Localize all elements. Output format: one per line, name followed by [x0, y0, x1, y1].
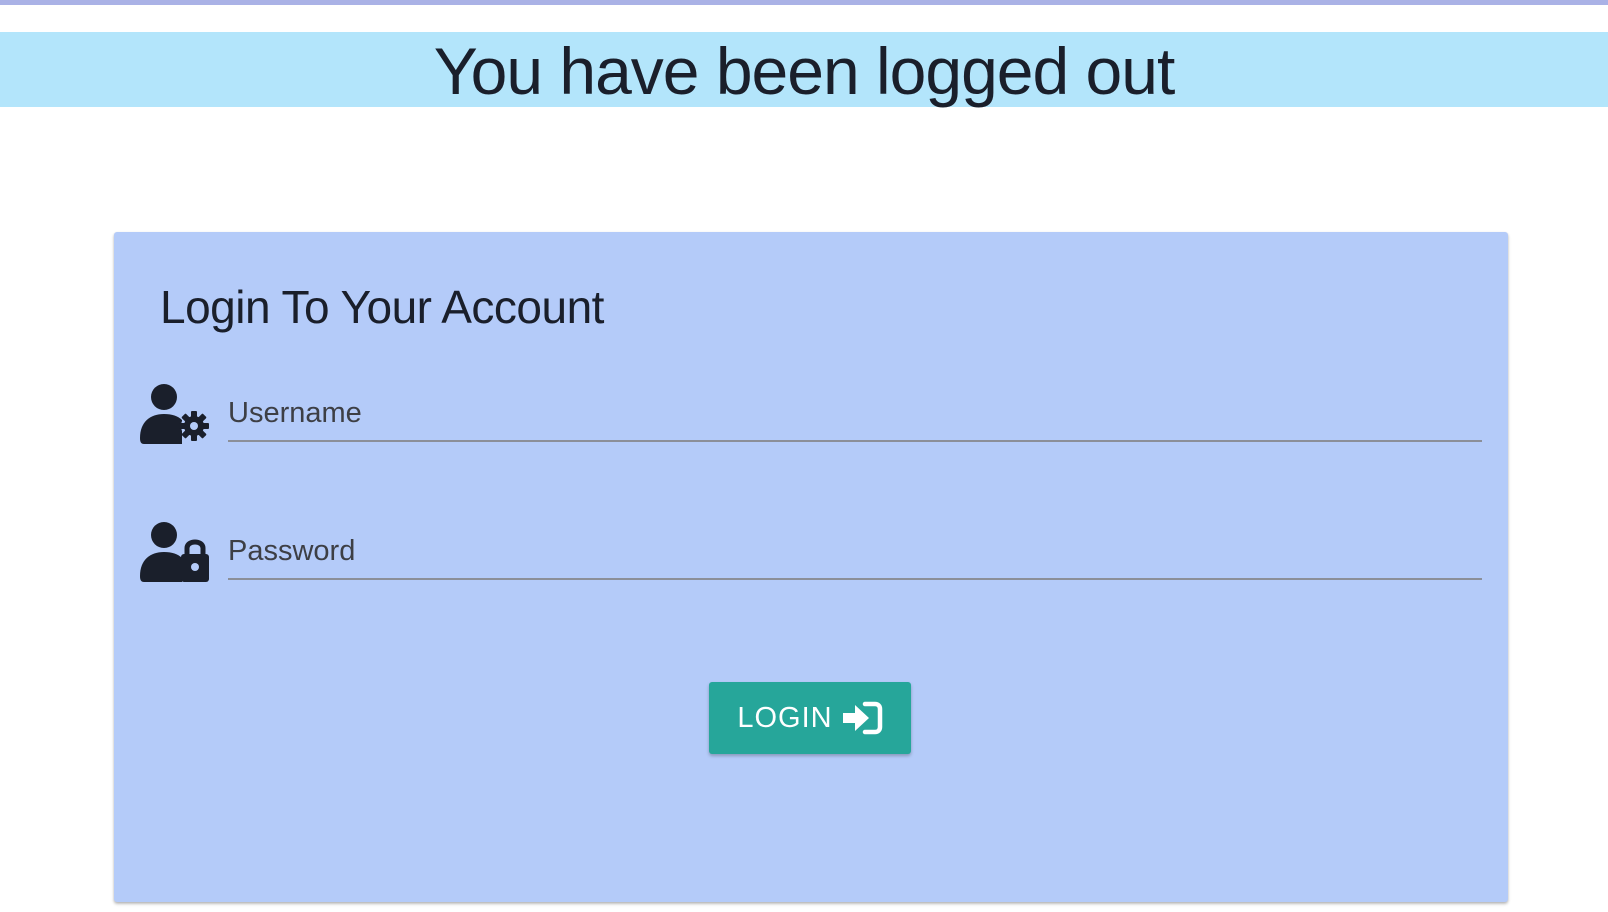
logout-banner: You have been logged out	[0, 32, 1608, 108]
login-button[interactable]: LOGIN	[709, 682, 911, 754]
login-button-label: LOGIN	[737, 701, 833, 734]
top-strip	[0, 0, 1608, 5]
password-input[interactable]	[228, 524, 1482, 580]
username-input[interactable]	[228, 386, 1482, 442]
logout-message: You have been logged out	[433, 34, 1176, 108]
username-field	[138, 382, 1484, 466]
user-gear-icon	[140, 384, 209, 444]
login-card: Login To Your Account Username LOGIN	[114, 232, 1508, 902]
user-lock-icon	[140, 522, 209, 582]
sign-in-icon	[842, 701, 882, 735]
password-field	[138, 520, 1484, 604]
login-card-title: Login To Your Account	[160, 281, 604, 333]
